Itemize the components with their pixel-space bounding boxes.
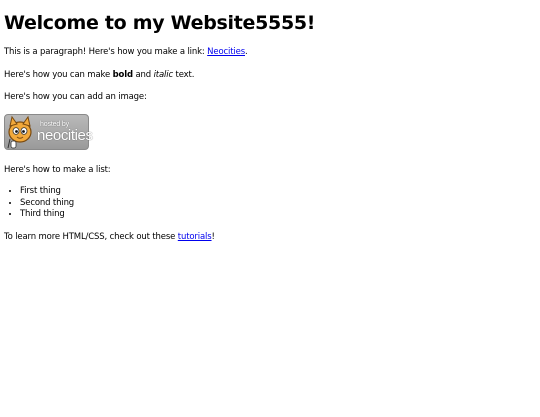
badge-big-text: neocities: [37, 126, 93, 144]
paragraph-text-end: text.: [173, 69, 195, 80]
neocities-cat-icon: [7, 115, 32, 148]
list-item: Third thing: [20, 209, 536, 221]
paragraph-text-middle: and: [132, 69, 154, 80]
page-title: Welcome to my Website5555!: [4, 12, 316, 34]
list-item: First thing: [20, 186, 536, 198]
list-item: Second thing: [20, 198, 536, 210]
italic-text: italic: [153, 69, 174, 80]
paragraph-text: To learn more HTML/CSS, check out these: [4, 231, 178, 242]
example-list: First thing Second thing Third thing: [4, 186, 536, 221]
paragraph-list-intro: Here's how to make a list:: [4, 164, 111, 175]
tutorials-link[interactable]: tutorials: [178, 232, 212, 242]
paragraph-text-end: !: [211, 231, 215, 242]
paragraph-text-end: .: [245, 47, 248, 57]
paragraph-text: Here's how you can make: [4, 69, 113, 80]
paragraph-formatting: Here's how you can make bold and italic …: [4, 69, 536, 81]
paragraph-link: This is a paragraph! Here's how you make…: [4, 46, 536, 58]
paragraph-image-intro: Here's how you can add an image:: [4, 92, 147, 102]
neocities-badge[interactable]: hosted by neocities: [4, 113, 93, 150]
bold-text: bold: [112, 69, 133, 80]
neocities-badge-link[interactable]: hosted by neocities: [4, 113, 536, 150]
paragraph-tutorials: To learn more HTML/CSS, check out these …: [4, 231, 536, 243]
neocities-link[interactable]: Neocities: [207, 47, 245, 57]
badge-text: hosted by neocities: [37, 121, 93, 143]
paragraph-text: This is a paragraph! Here's how you make…: [4, 47, 208, 57]
page-body: Welcome to my Website5555! This is a par…: [0, 12, 540, 243]
